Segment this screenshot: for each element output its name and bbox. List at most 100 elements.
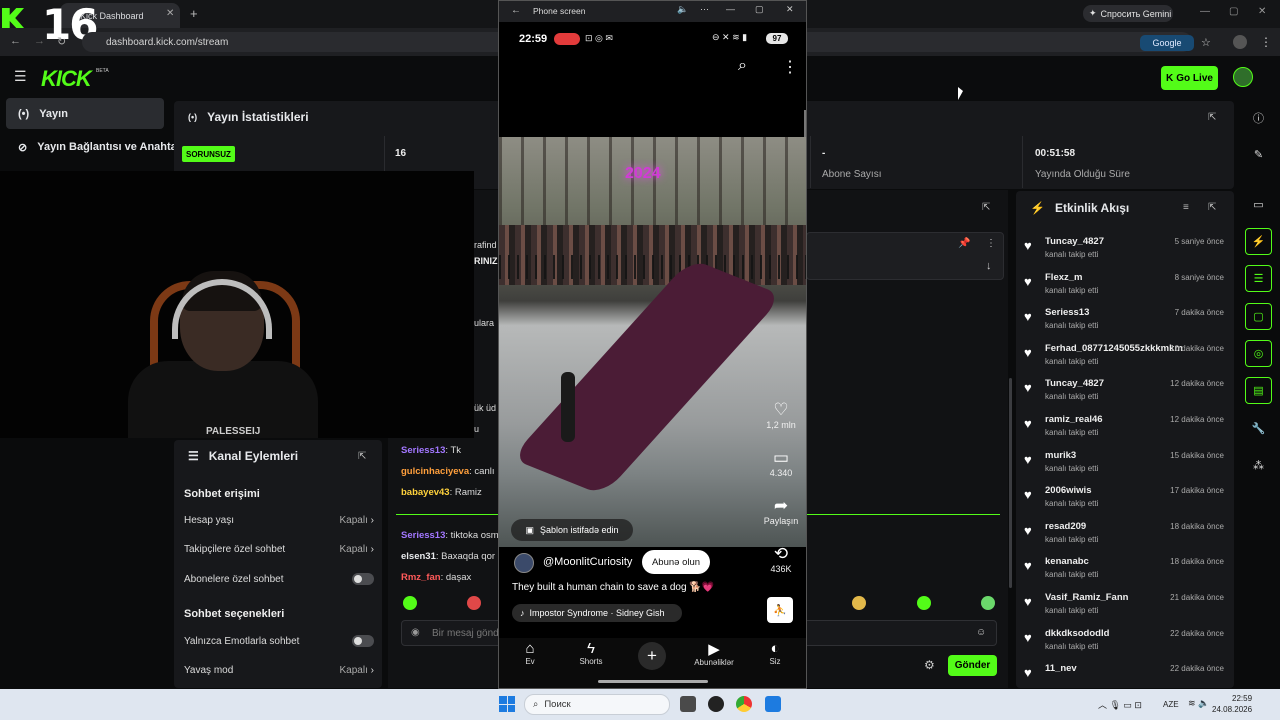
create-button[interactable]: +	[638, 642, 666, 670]
google-lens-chip[interactable]: Google	[1140, 35, 1194, 51]
event-username[interactable]: kenanabc	[1045, 556, 1089, 567]
channel-avatar[interactable]	[514, 553, 534, 573]
expand-icon[interactable]: ⇱	[1208, 202, 1216, 213]
more-vertical-icon[interactable]: ⋮	[782, 57, 798, 77]
emote-icon[interactable]	[981, 596, 995, 610]
expand-icon[interactable]: ⇱	[358, 451, 366, 462]
nav-shorts[interactable]: ϟ Shorts	[563, 640, 619, 666]
filter-icon[interactable]: ≡	[1183, 202, 1189, 213]
pin-icon[interactable]: 📌	[958, 238, 970, 249]
setting-followers-only[interactable]: Takipçilere özel sohbet Kapalı ›	[184, 544, 374, 555]
emoji-icon[interactable]: ☺	[976, 627, 986, 638]
emote-icon[interactable]	[917, 596, 931, 610]
bookmark-star-icon[interactable]: ☆	[1201, 36, 1211, 49]
emote-icon[interactable]	[852, 596, 866, 610]
close-window-icon[interactable]: ✕	[786, 4, 794, 15]
volume-icon[interactable]: 🔈	[677, 4, 688, 15]
short-video[interactable]: 2024	[499, 137, 806, 547]
taskbar-search[interactable]: ⌕ Поиск	[524, 694, 670, 715]
chat-username[interactable]: babayev43	[401, 487, 450, 498]
wifi-icon[interactable]: ≋ 🔈	[1188, 698, 1209, 709]
expand-icon[interactable]: ⇱	[1208, 112, 1216, 123]
more-icon[interactable]: ⋯	[700, 4, 709, 15]
kick-logo[interactable]: KICK	[41, 66, 92, 92]
use-template-chip[interactable]: ▣ Şablon istifadə edin	[511, 519, 633, 541]
obs-icon[interactable]	[708, 696, 724, 712]
info-icon[interactable]: ⓘ	[1245, 104, 1272, 131]
more-icon[interactable]: ⋮	[986, 238, 996, 249]
ask-gemini-button[interactable]: ✦ Спросить Gemini	[1083, 5, 1173, 22]
phone-link-icon[interactable]	[765, 696, 781, 712]
windows-start-icon[interactable]	[499, 696, 515, 712]
list-icon[interactable]: ☰	[1245, 265, 1272, 292]
remix-button[interactable]: ⟲ 436K	[765, 544, 797, 574]
share-button[interactable]: ➦ Paylaşın	[760, 496, 802, 526]
apps-icon[interactable]: ⁂	[1245, 452, 1272, 479]
media-icon[interactable]: ▭	[1245, 191, 1272, 218]
maximize-icon[interactable]: ▢	[1229, 6, 1238, 17]
emote-icon[interactable]	[403, 596, 417, 610]
taskbar-clock[interactable]: 22:59 24.08.2026	[1212, 693, 1252, 715]
search-icon[interactable]: ⌕	[738, 57, 747, 75]
comments-button[interactable]: ▭ 4.340	[765, 448, 797, 478]
setting-slow-mode[interactable]: Yavaş mod Kapalı ›	[184, 665, 374, 676]
task-view-icon[interactable]	[680, 696, 696, 712]
sidebar-item-stream-key[interactable]: ⊘ Yayın Bağlantısı ve Anahtarı	[6, 133, 174, 161]
event-username[interactable]: ramiz_real46	[1045, 414, 1103, 425]
like-button[interactable]: ♡ 1,2 mln	[765, 400, 797, 430]
chat-icon[interactable]: ▢	[1245, 303, 1272, 330]
maximize-icon[interactable]: ▢	[755, 4, 764, 15]
subscribe-button[interactable]: Abunə olun	[642, 550, 710, 574]
event-username[interactable]: Vasif_Ramiz_Fann	[1045, 592, 1128, 603]
nav-home[interactable]: ⌂ Ev	[502, 640, 558, 666]
chat-username[interactable]: gulcinhaciyeva	[401, 466, 469, 477]
event-username[interactable]: Tuncay_4827	[1045, 378, 1104, 389]
layout-icon[interactable]: ▤	[1245, 377, 1272, 404]
chat-expand-icon[interactable]: ⇱	[982, 202, 990, 213]
lightning-icon[interactable]: ⚡	[1245, 228, 1272, 255]
event-username[interactable]: Ferhad_08771245055zkkkmkm	[1045, 343, 1183, 354]
setting-account-age[interactable]: Hesap yaşı Kapalı ›	[184, 515, 374, 526]
chrome-icon[interactable]	[736, 696, 752, 712]
chat-username[interactable]: Seriess13	[401, 530, 445, 541]
browser-menu-icon[interactable]: ⋮	[1260, 35, 1272, 49]
chat-username[interactable]: Rmz_fan	[401, 572, 441, 583]
new-tab-icon[interactable]: +	[190, 6, 198, 21]
sound-thumbnail[interactable]: ⛹	[767, 597, 793, 623]
hamburger-menu-icon[interactable]: ☰	[14, 68, 27, 85]
chat-scrollbar[interactable]	[1009, 378, 1012, 588]
event-username[interactable]: resad209	[1045, 521, 1086, 532]
chat-username[interactable]: Seriess13	[401, 445, 445, 456]
reload-icon[interactable]: ↻	[57, 35, 66, 48]
go-live-button[interactable]: K Go Live	[1161, 66, 1218, 90]
emote-icon[interactable]	[467, 596, 481, 610]
user-avatar[interactable]	[1233, 67, 1253, 87]
minimize-icon[interactable]: —	[1200, 6, 1210, 17]
event-username[interactable]: Tuncay_4827	[1045, 236, 1104, 247]
event-username[interactable]: dkkdksododld	[1045, 628, 1109, 639]
event-username[interactable]: Flexz_m	[1045, 272, 1083, 283]
send-button[interactable]: Gönder	[948, 655, 997, 676]
event-username[interactable]: 2006wiwis	[1045, 485, 1091, 496]
profile-icon[interactable]	[1233, 35, 1247, 49]
event-username[interactable]: 11_nev	[1045, 663, 1077, 674]
chevron-down-icon[interactable]: ↓	[986, 260, 992, 272]
system-tray-icons[interactable]: ︿ 🎙 ▭ ⊡	[1098, 698, 1142, 711]
emotes-only-toggle[interactable]	[352, 635, 374, 647]
forward-icon[interactable]: →	[34, 35, 45, 47]
pen-icon[interactable]: ✎	[1245, 141, 1272, 168]
close-window-icon[interactable]: ✕	[1258, 6, 1266, 17]
gear-icon[interactable]: ⚙	[924, 658, 935, 672]
back-icon[interactable]: ←	[10, 35, 21, 47]
language-indicator[interactable]: AZE	[1163, 700, 1179, 709]
close-tab-icon[interactable]: ✕	[166, 8, 174, 19]
nav-subscriptions[interactable]: ▶ Abunəliklər	[686, 640, 742, 667]
minimize-icon[interactable]: —	[726, 4, 735, 14]
sidebar-item-stream[interactable]: (•) Yayın	[6, 98, 164, 129]
music-chip[interactable]: ♪ Impostor Syndrome · Sidney Gish	[512, 604, 682, 622]
back-icon[interactable]: ←	[511, 5, 521, 16]
shield-icon[interactable]: ◉	[411, 627, 420, 638]
broadcast-icon[interactable]: ◎	[1245, 340, 1272, 367]
chat-username[interactable]: elsen31	[401, 551, 436, 562]
subscribers-only-toggle[interactable]	[352, 573, 374, 585]
